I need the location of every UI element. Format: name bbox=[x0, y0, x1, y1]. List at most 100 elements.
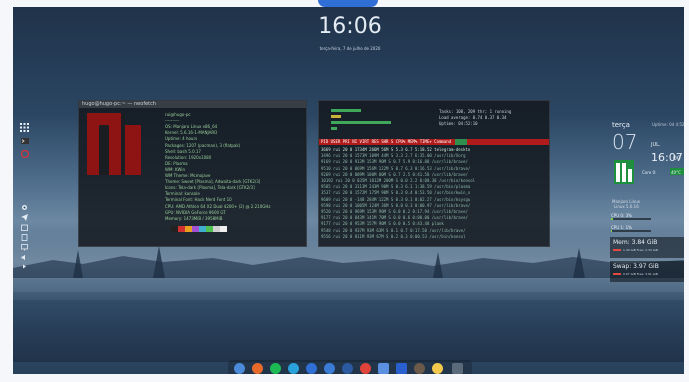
desktop-date: terça-feira, 7 de julho de 2020 bbox=[319, 46, 381, 51]
htop-uptime: Uptime: 04:52:10 bbox=[439, 121, 478, 126]
neofetch-line: ---------- bbox=[165, 118, 180, 124]
monitor-icon[interactable] bbox=[20, 244, 29, 251]
color-swatch bbox=[213, 226, 220, 232]
htop-process-row[interactable]: 9585 rui 20 0 3113M 243M 90M S 0.3 6.1 1… bbox=[321, 184, 547, 189]
htop-process-row[interactable]: 9548 rui 20 0 937M 93M 63M S 0.1 0.7 0:1… bbox=[321, 228, 547, 233]
neofetch-line: WM: KWin bbox=[165, 166, 186, 172]
notes-icon[interactable] bbox=[432, 363, 443, 374]
frame-right bbox=[684, 0, 689, 382]
uptime-label: Uptime: 0d 4:52 bbox=[652, 122, 685, 127]
neofetch-line: WM Theme: Mcmojave bbox=[165, 173, 211, 178]
files-icon[interactable] bbox=[378, 363, 389, 374]
neofetch-line: Packages: 1207 (pacman), 3 (flatpak) bbox=[165, 142, 241, 148]
firefox-icon[interactable] bbox=[20, 149, 29, 159]
htop-process-row[interactable]: 9269 rui 20 0 809M 100M 80M S 0.7 2.5 0:… bbox=[321, 172, 547, 177]
conky-seconds: 00 bbox=[673, 155, 681, 162]
htop-process-row[interactable]: 9169 rui 20 0 913M 153M 90M S 0.7 5.9 0:… bbox=[321, 159, 547, 164]
swap-used-bar bbox=[613, 273, 621, 275]
neofetch-line: Kernel: 5.6.16-1-MANJARO bbox=[165, 130, 218, 136]
color-swatch bbox=[178, 226, 185, 232]
cpu0-track bbox=[611, 218, 651, 220]
core-label: Core 0: bbox=[642, 170, 657, 175]
htop-process-row[interactable]: 9510 rui 20 0 869M 156M 122M S 0.7 6.3 0… bbox=[321, 166, 547, 171]
files-icon[interactable] bbox=[20, 234, 29, 241]
firefox-icon[interactable] bbox=[306, 363, 317, 374]
neofetch-line: Uptime: 4 hours bbox=[165, 136, 198, 142]
finder-icon[interactable] bbox=[234, 363, 245, 374]
color-swatch bbox=[220, 226, 227, 232]
krita-icon[interactable] bbox=[324, 363, 335, 374]
manjaro-icon bbox=[614, 160, 634, 184]
neofetch-line: OS: Manjaro Linux x86_64 bbox=[165, 124, 218, 130]
htop-load: Load average: 0.74 0.37 0.34 bbox=[439, 115, 507, 120]
cpu0-meter bbox=[611, 218, 613, 220]
swap-meter-bar bbox=[331, 127, 337, 130]
neofetch-window[interactable]: hugo@hugo-pc:~ — neofetch rui@hugo-pc ---… bbox=[78, 100, 307, 247]
color-swatch bbox=[199, 226, 206, 232]
neofetch-line: Terminal Font: Hack Nerd Font 10 bbox=[165, 197, 232, 203]
frame-left bbox=[0, 0, 13, 382]
desktop-clock: 16:06 bbox=[318, 14, 382, 39]
audio-icon[interactable] bbox=[20, 254, 29, 261]
htop-window[interactable]: Tasks: 108, 209 thr; 1 running Load aver… bbox=[318, 100, 550, 247]
site-logo-fragment bbox=[318, 0, 378, 7]
neofetch-line: Icons: Tela-dark [Plasma], Tela-dark [GT… bbox=[165, 185, 255, 191]
neofetch-line: Resolution: 1920x1080 bbox=[165, 154, 212, 160]
monitor-icon[interactable] bbox=[342, 363, 353, 374]
htop-process-row[interactable]: 9520 rui 20 0 969M 153M 90M S 0.0 0.2 0:… bbox=[321, 209, 547, 214]
htop-process-row[interactable]: 9177 rui 20 0 953M 157M 90M S 0.0 0.5 0:… bbox=[321, 221, 547, 226]
grid-icon[interactable] bbox=[20, 123, 29, 132]
weekday-label: terça bbox=[612, 121, 630, 129]
neofetch-line: Theme: Sweet [Plasma], Adwaita-dark [GTK… bbox=[165, 179, 261, 185]
neofetch-line: rui@hugo-pc bbox=[165, 112, 191, 117]
cpu-meter-bar bbox=[331, 115, 341, 118]
telegram-icon[interactable] bbox=[288, 363, 299, 374]
swap-title: Swap: 3.97 GiB bbox=[613, 263, 659, 270]
swap-detail: 0.07 GiB Free: 3.91 GiB bbox=[623, 272, 658, 276]
brave-icon[interactable] bbox=[252, 363, 263, 374]
htop-process-row[interactable]: 3669 rui 20 0 1734M 266M 56M S 5.3 6.7 5… bbox=[321, 147, 547, 152]
neofetch-line: CPU: AMD Athlon 64 X2 Dual 4200+ (2) @ 2… bbox=[165, 203, 271, 209]
left-dock bbox=[17, 120, 33, 270]
cpu1-track bbox=[611, 230, 651, 232]
music-icon[interactable] bbox=[396, 363, 407, 374]
month-label: JUL. bbox=[651, 142, 661, 148]
settings-icon[interactable] bbox=[20, 204, 29, 211]
neofetch-line: Shell: bash 5.0.17 bbox=[165, 148, 201, 154]
htop-process-row[interactable]: 9556 rui 20 0 811M 93M 67M S 0.2 0.3 0:0… bbox=[321, 234, 547, 239]
htop-process-row[interactable]: 9609 rui 20 0 -148 284M 122M S 0.3 0.1 0… bbox=[321, 197, 547, 202]
mem-meter-bar bbox=[331, 121, 391, 124]
htop-process-row[interactable]: 3537 rui 20 0 1572M 175M 90M S 0.3 0.4 0… bbox=[321, 190, 547, 195]
manjaro-logo bbox=[87, 113, 141, 175]
window-titlebar[interactable]: hugo@hugo-pc:~ — neofetch bbox=[79, 101, 306, 108]
htop-tasks: Tasks: 108, 209 thr; 1 running bbox=[439, 109, 512, 114]
day-number: 07 bbox=[612, 130, 638, 154]
calendar-icon[interactable] bbox=[20, 224, 29, 231]
color-swatch bbox=[171, 226, 178, 232]
spotify-icon[interactable] bbox=[270, 363, 281, 374]
htop-process-row[interactable]: 3496 rui 20 0 1573M 109M 44M S 3.3 2.7 6… bbox=[321, 153, 547, 158]
mem-title: Mem: 3.84 GiB bbox=[613, 239, 658, 246]
telegram-icon[interactable] bbox=[20, 214, 29, 221]
mem-used-bar bbox=[613, 249, 621, 251]
frame-bottom bbox=[0, 374, 689, 382]
mem-detail: 1.49 GiB Free: 2.34 GiB bbox=[623, 248, 658, 252]
neofetch-line: Terminal: konsole bbox=[165, 191, 200, 197]
neofetch-line: GPU: NVIDIA GeForce 9600 GT bbox=[165, 209, 226, 215]
cpu1-meter bbox=[611, 230, 612, 232]
terminal-icon[interactable] bbox=[20, 138, 29, 145]
desktop-screen: 16:06 terça-feira, 7 de julho de 2020 hu… bbox=[0, 0, 689, 382]
terminal-icon[interactable] bbox=[452, 363, 463, 374]
htop-process-row[interactable]: 10192 rui 20 0 835M 1012M 200M S 0.0 2.2… bbox=[321, 178, 547, 183]
color-swatch bbox=[206, 226, 213, 232]
expand-icon[interactable] bbox=[20, 264, 29, 271]
htop-process-row[interactable]: 9177 rui 20 0 843M 141M 70M S 0.0 0.6 0:… bbox=[321, 215, 547, 220]
htop-process-row[interactable]: 9598 rui 20 0 1005M 124M 36M S 0.0 0.3 0… bbox=[321, 203, 547, 208]
color-swatch bbox=[192, 226, 199, 232]
neofetch-line: Memory: 1473MiB / 3958MiB bbox=[165, 215, 223, 221]
htop-header: PID USER PRI NI VIRT RES SHR S CPU% MEM%… bbox=[321, 139, 452, 144]
water-reflection bbox=[13, 292, 684, 362]
gimp-icon[interactable] bbox=[414, 363, 425, 374]
neofetch-line: DE: Plasma bbox=[165, 160, 188, 166]
shutdown-icon[interactable] bbox=[360, 363, 371, 374]
